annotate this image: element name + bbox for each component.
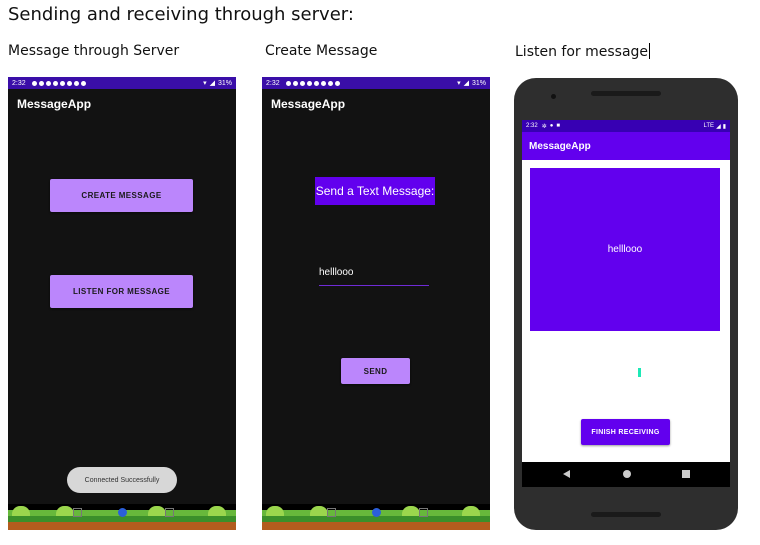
home-icon[interactable] [372,508,381,517]
caption-text: Listen for message [515,44,649,60]
navigation-bar [522,462,730,487]
caption-create-message: Create Message [265,43,378,59]
app-title: MessageApp [271,97,346,111]
status-right-icons: ▾ ◢ 31% [457,79,486,88]
speaker-bottom [591,512,661,517]
received-message-text: helllooo [607,244,643,255]
notification-icons [285,80,340,86]
status-bar: 2:32 ▾ ◢ 31% [8,77,236,89]
wifi-icon: ▾ [203,80,207,87]
sd-card-icon: ■ [556,123,560,129]
app-bar: MessageApp [522,132,730,160]
phone-device-frame: 2:32 ✲ ● ■ LTE ◢ ▮ MessageApp helllooo F… [514,78,738,530]
send-button[interactable]: SEND [341,358,410,384]
back-icon[interactable] [563,470,570,478]
received-message-box: helllooo [530,168,720,331]
listen-for-message-button[interactable]: LISTEN FOR MESSAGE [50,275,193,308]
home-icon[interactable] [623,470,631,478]
loading-spinner-icon [638,368,641,377]
back-icon[interactable] [73,508,82,517]
caption-listen-for-message: Listen for message [515,43,651,60]
signal-icon: ◢ [209,80,215,87]
recents-icon[interactable] [419,508,428,517]
caption-message-through-server: Message through Server [8,43,180,59]
camera-icon [551,94,556,99]
circle-icon: ● [549,123,554,129]
settings-icon: ✲ [541,123,547,130]
navigation-bar [8,504,236,530]
create-message-button[interactable]: CREATE MESSAGE [50,179,193,212]
phone-screen-create: 2:32 ▾ ◢ 31% MessageApp Send a Text Mess… [262,77,490,530]
app-title: MessageApp [17,97,92,111]
status-time: 2:32 [12,79,26,87]
message-input[interactable] [319,261,429,286]
toast-connected: Connected Successfully [67,467,177,493]
status-time: 2:32 [526,123,538,129]
battery-level: 31% [217,79,232,87]
text-cursor [649,43,651,59]
phone-screen-main: 2:32 ▾ ◢ 31% MessageApp CREATE MESSAGE L… [8,77,236,530]
back-icon[interactable] [327,508,336,517]
signal-icon: ◢ [463,80,469,87]
wifi-icon: ▾ [457,80,461,87]
signal-type: LTE [703,123,715,129]
notification-icons [31,80,86,86]
signal-icon: ◢ [716,123,721,130]
status-right-icons: ▾ ◢ 31% [203,79,232,88]
recents-icon[interactable] [682,470,690,478]
document-heading: Sending and receiving through server: [8,4,354,25]
status-time: 2:32 [266,79,280,87]
speaker-top [591,91,661,96]
phone-screen-listen: 2:32 ✲ ● ■ LTE ◢ ▮ MessageApp helllooo F… [522,120,730,487]
finish-receiving-button[interactable]: FINISH RECEIVING [581,419,670,445]
battery-level: 31% [471,79,486,87]
status-bar: 2:32 ✲ ● ■ LTE ◢ ▮ [522,120,730,132]
app-title: MessageApp [529,140,591,152]
send-text-label: Send a Text Message: [315,177,435,205]
navigation-bar [262,504,490,530]
recents-icon[interactable] [165,508,174,517]
battery-icon: ▮ [722,123,726,130]
status-bar: 2:32 ▾ ◢ 31% [262,77,490,89]
home-icon[interactable] [118,508,127,517]
